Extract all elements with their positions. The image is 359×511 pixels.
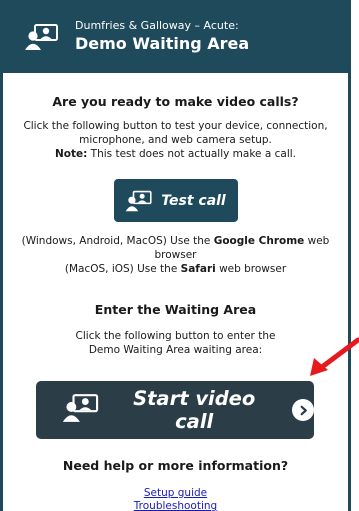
browser-line2-pre: (MacOS, iOS) Use the xyxy=(64,263,181,275)
test-call-label: Test call xyxy=(161,192,226,209)
video-call-icon xyxy=(25,23,59,51)
main-content: Are you ready to make video calls? Click… xyxy=(3,94,348,511)
waiting-description-line1: Click the following button to enter the xyxy=(75,330,276,342)
note-text: This test does not actually make a call. xyxy=(87,148,296,160)
video-call-icon xyxy=(62,393,100,427)
troubleshooting-link[interactable]: Troubleshooting xyxy=(3,500,348,511)
browser-line1-pre: (Windows, Android, MacOS) Use the xyxy=(21,235,214,247)
browser-safari: Safari xyxy=(180,263,216,275)
start-video-call-label: Start video call xyxy=(133,387,256,433)
browser-chrome: Google Chrome xyxy=(213,235,305,247)
page-title: Demo Waiting Area xyxy=(75,34,250,53)
start-call-area: Start video call xyxy=(3,381,348,439)
test-call-button[interactable]: Test call xyxy=(113,179,238,222)
help-heading: Need help or more information? xyxy=(62,458,289,473)
start-video-call-button[interactable]: Start video call xyxy=(36,381,314,439)
waiting-description-line2: Demo Waiting Area waiting area: xyxy=(88,344,263,356)
test-description-line2: microphone, and web camera setup. xyxy=(79,134,272,146)
annotation-arrow-icon xyxy=(310,337,359,376)
test-description-line1: Click the following button to test your … xyxy=(23,120,328,132)
video-call-icon xyxy=(125,190,152,211)
page-margin xyxy=(351,0,359,511)
page-frame: Dumfries & Galloway – Acute: Demo Waitin… xyxy=(0,0,351,511)
waiting-heading: Enter the Waiting Area xyxy=(94,302,257,317)
help-links: Setup guide Troubleshooting xyxy=(3,487,348,511)
header-subtitle: Dumfries & Galloway – Acute: xyxy=(75,19,239,32)
test-description: Click the following button to test your … xyxy=(3,119,348,161)
test-heading: Are you ready to make video calls? xyxy=(52,94,299,109)
header: Dumfries & Galloway – Acute: Demo Waitin… xyxy=(3,0,348,73)
browser-requirements: (Windows, Android, MacOS) Use the Google… xyxy=(3,234,348,276)
browser-line2-post: web browser xyxy=(215,263,287,275)
chevron-right-icon xyxy=(292,399,314,421)
note-label: Note: xyxy=(55,148,88,160)
setup-guide-link[interactable]: Setup guide xyxy=(3,487,348,500)
waiting-description: Click the following button to enter the … xyxy=(3,329,348,357)
